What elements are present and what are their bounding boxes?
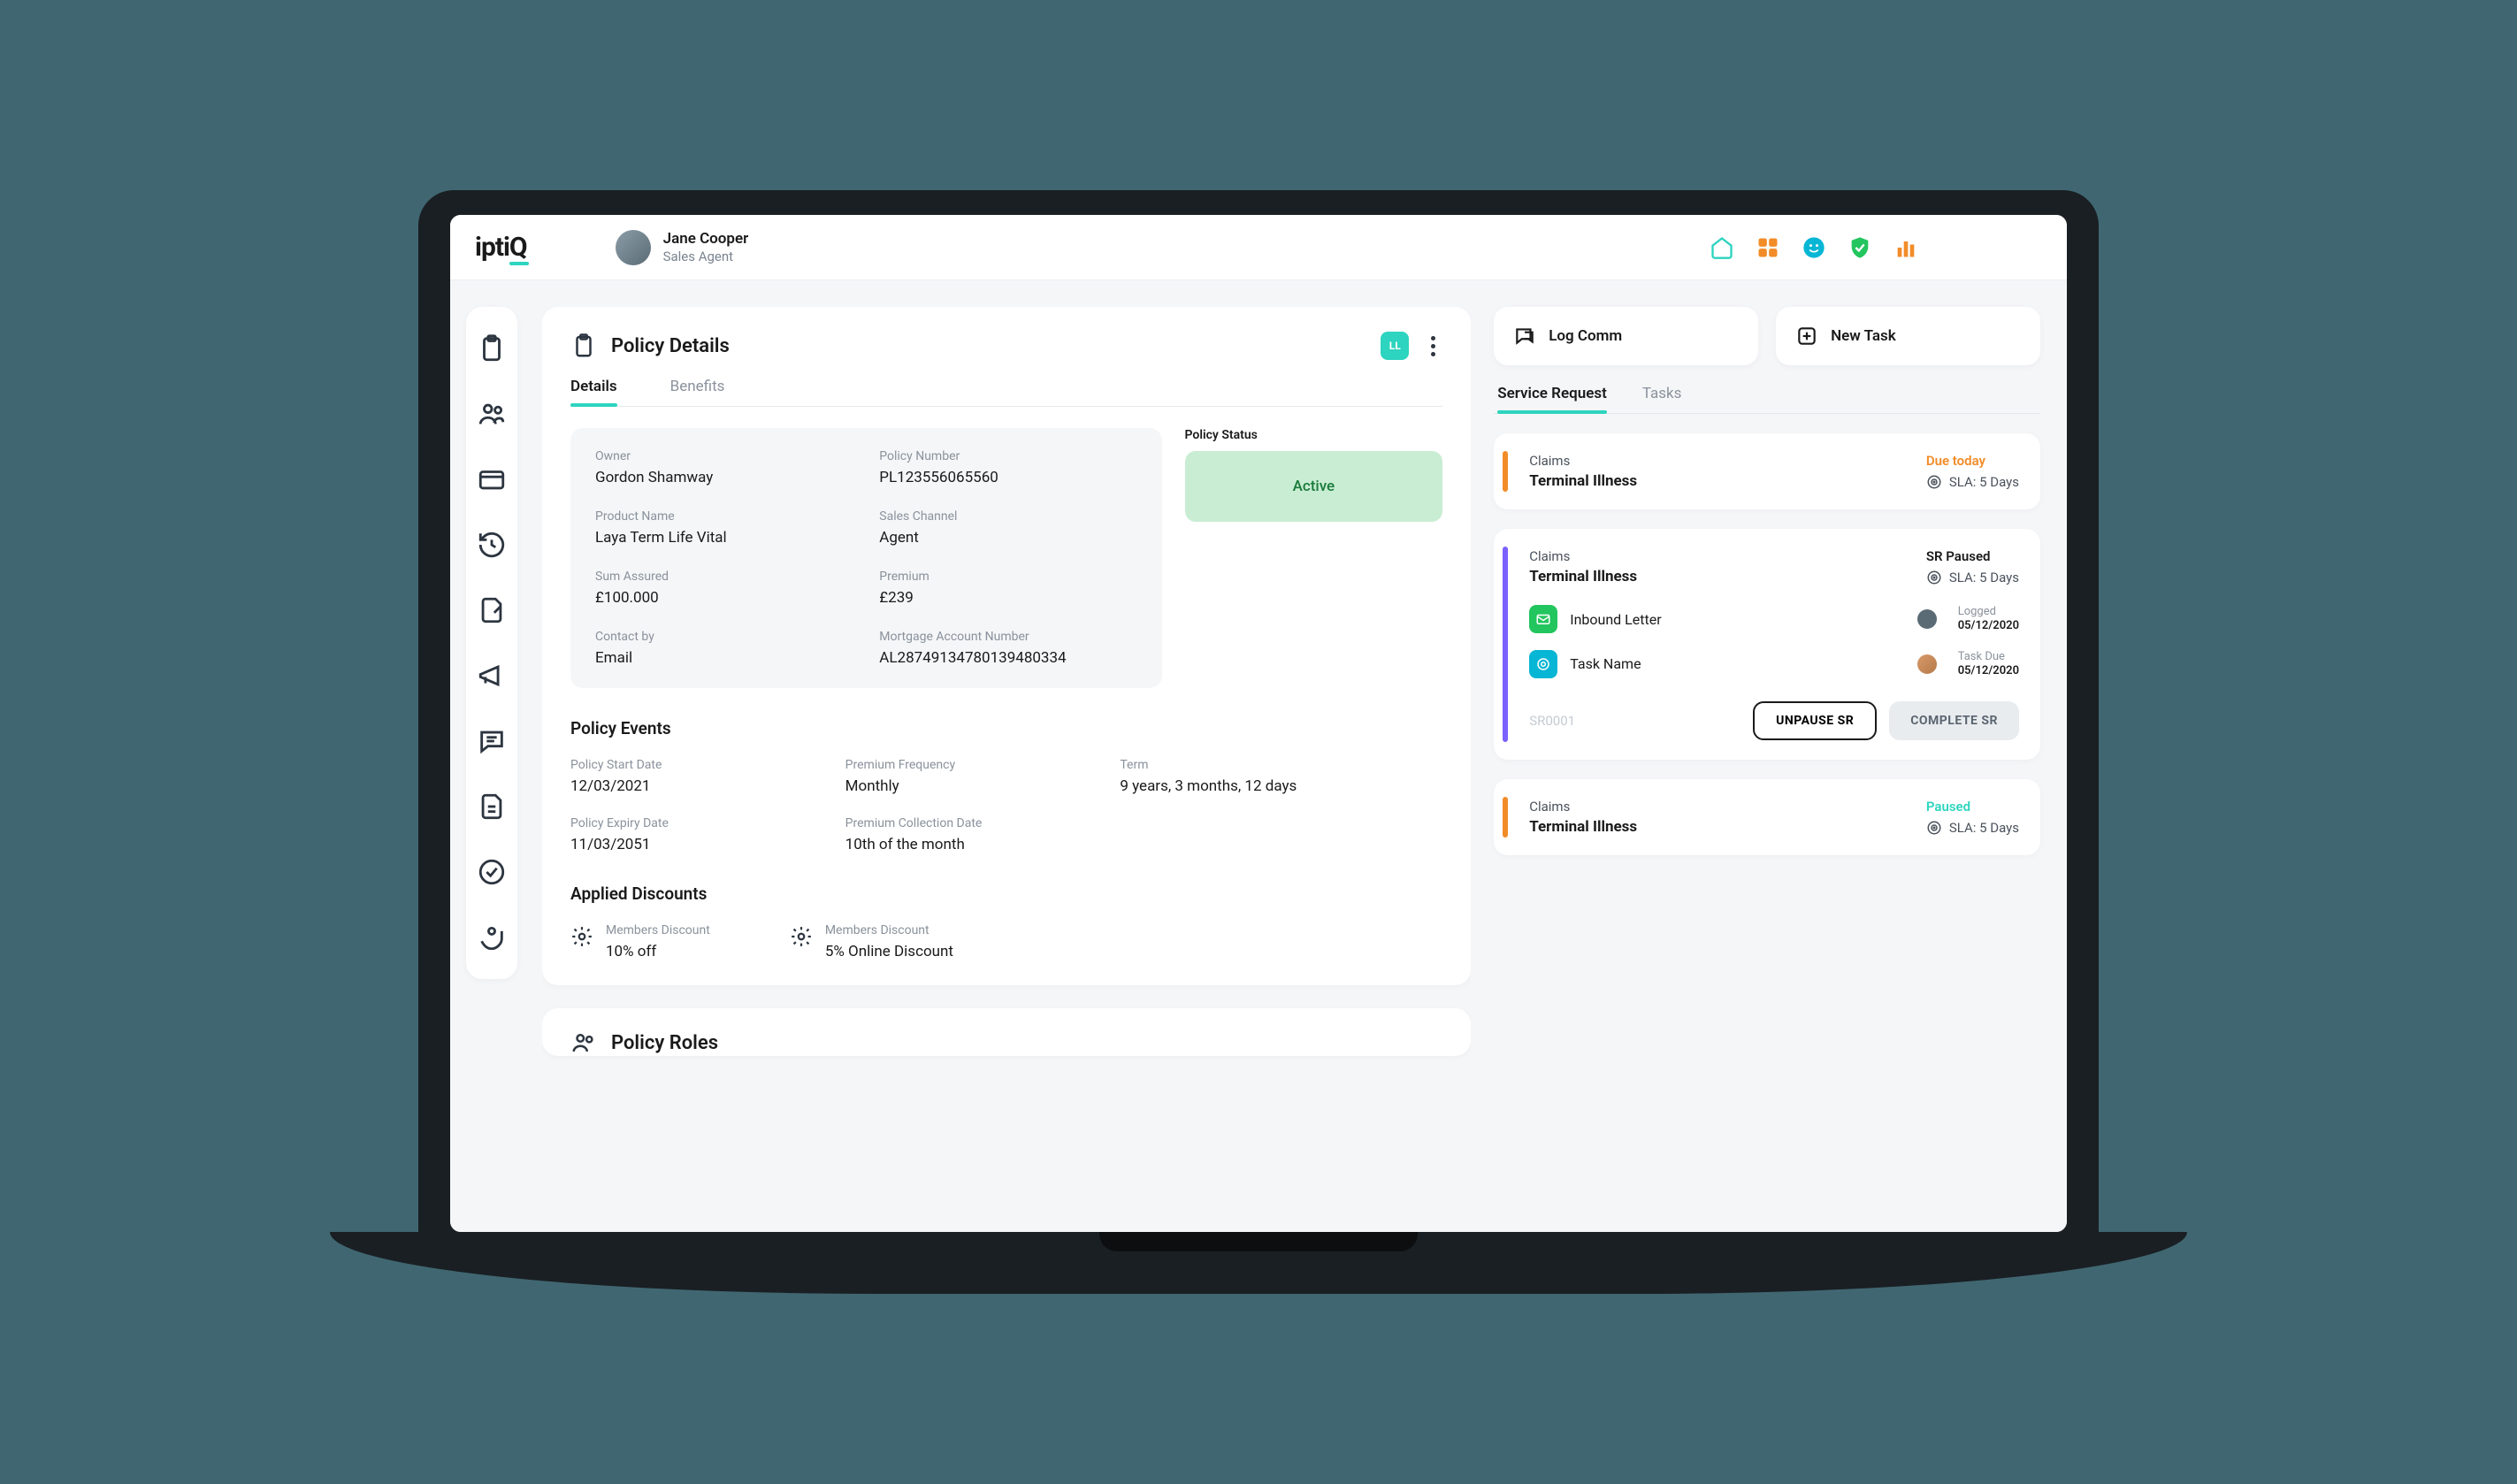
policy-status-badge: Active xyxy=(1185,451,1443,522)
new-task-button[interactable]: New Task xyxy=(1776,307,2040,365)
brand-logo: iptiQ xyxy=(475,232,527,263)
discounts-title: Applied Discounts xyxy=(570,884,1442,904)
sla-row: SLA: 5 Days xyxy=(1926,570,2019,585)
sidebar xyxy=(450,280,533,1232)
sr-task-row[interactable]: Task Name Task Due05/12/2020 xyxy=(1529,650,2019,679)
user-role: Sales Agent xyxy=(663,249,749,265)
clipboard-icon xyxy=(570,333,597,359)
check-circle-icon[interactable] xyxy=(477,857,507,887)
policy-events-title: Policy Events xyxy=(570,718,1442,738)
doc-edit-icon[interactable] xyxy=(477,595,507,625)
sr-card[interactable]: Claims Terminal Illness Due today SLA: 5… xyxy=(1494,433,2040,509)
sr-task-row[interactable]: Inbound Letter Logged05/12/2020 xyxy=(1529,605,2019,634)
unpause-sr-button[interactable]: UNPAUSE SR xyxy=(1753,701,1877,740)
policy-roles-card: Policy Roles xyxy=(542,1008,1471,1056)
avatar xyxy=(1917,654,1937,674)
chat-icon[interactable] xyxy=(477,726,507,756)
sr-status: Paused xyxy=(1926,799,1970,815)
topbar: iptiQ Jane Cooper Sales Agent xyxy=(450,215,2067,280)
sr-card-expanded[interactable]: Claims Terminal Illness SR Paused SLA: 5… xyxy=(1494,529,2040,760)
sla-row: SLA: 5 Days xyxy=(1926,820,2019,836)
topbar-icons xyxy=(1710,235,1918,260)
file-icon[interactable] xyxy=(477,792,507,822)
grid-icon[interactable] xyxy=(1756,235,1780,260)
users-icon[interactable] xyxy=(477,399,507,429)
action-buttons: Log Comm New Task xyxy=(1494,307,2040,365)
sla-row: SLA: 5 Days xyxy=(1926,474,2019,490)
history-icon[interactable] xyxy=(477,530,507,560)
avatar xyxy=(1917,609,1937,629)
tab-service-request[interactable]: Service Request xyxy=(1497,385,1607,413)
home-icon[interactable] xyxy=(1710,235,1734,260)
policy-details-card: Policy Details LL Details Benefits Owne xyxy=(542,307,1471,985)
user-name: Jane Cooper xyxy=(663,230,749,249)
mail-icon xyxy=(1529,605,1557,633)
sr-card[interactable]: Claims Terminal Illness Paused SLA: 5 Da… xyxy=(1494,779,2040,855)
sr-status: Due today xyxy=(1926,453,1985,469)
shield-icon[interactable] xyxy=(1848,235,1872,260)
target-icon xyxy=(1529,650,1557,678)
log-comm-button[interactable]: Log Comm xyxy=(1494,307,1758,365)
complete-sr-button[interactable]: COMPLETE SR xyxy=(1889,701,2019,740)
tab-benefits[interactable]: Benefits xyxy=(670,378,725,406)
more-menu-icon[interactable] xyxy=(1423,336,1442,356)
app-screen: iptiQ Jane Cooper Sales Agent xyxy=(450,215,2067,1232)
megaphone-icon[interactable] xyxy=(477,661,507,691)
tab-details[interactable]: Details xyxy=(570,378,617,406)
discounts: Members Discount10% off Members Discount… xyxy=(570,923,1442,960)
current-user[interactable]: Jane Cooper Sales Agent xyxy=(616,230,749,265)
hand-icon[interactable] xyxy=(477,922,507,952)
side-panel-tabs: Service Request Tasks xyxy=(1494,385,2040,414)
users-icon xyxy=(570,1029,597,1056)
card-title: Policy Details xyxy=(611,335,1366,357)
policy-badge: LL xyxy=(1381,332,1409,360)
card-icon[interactable] xyxy=(477,464,507,494)
policy-events: Policy Start Date12/03/2021 Premium Freq… xyxy=(570,758,1442,853)
policy-fields: OwnerGordon Shamway Policy NumberPL12355… xyxy=(570,428,1162,688)
gear-icon xyxy=(570,925,593,948)
tab-tasks[interactable]: Tasks xyxy=(1642,385,1682,413)
sr-status: SR Paused xyxy=(1926,548,1991,564)
chart-icon[interactable] xyxy=(1893,235,1918,260)
sr-id: SR0001 xyxy=(1529,713,1740,729)
laptop-mockup: iptiQ Jane Cooper Sales Agent xyxy=(418,190,2099,1294)
policy-status-label: Policy Status xyxy=(1185,428,1443,442)
clipboard-icon[interactable] xyxy=(477,333,507,363)
gear-icon xyxy=(790,925,813,948)
policy-tabs: Details Benefits xyxy=(570,378,1442,407)
avatar xyxy=(616,230,651,265)
roles-title: Policy Roles xyxy=(611,1032,1442,1054)
smile-icon[interactable] xyxy=(1802,235,1826,260)
